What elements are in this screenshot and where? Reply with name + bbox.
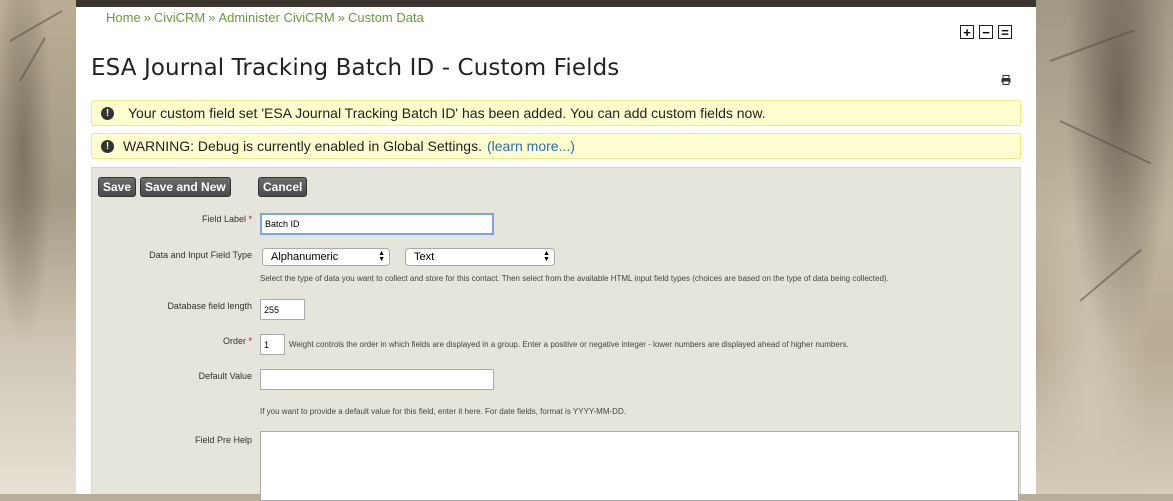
background-right [1036, 0, 1173, 494]
data-type-select[interactable]: Alphanumeric ▲ ▼ [262, 248, 390, 266]
warning-message-text: WARNING: Debug is currently enabled in G… [123, 138, 482, 154]
breadcrumb-civicrm[interactable]: CiviCRM [154, 10, 205, 25]
select-arrows-icon: ▲ ▼ [378, 250, 385, 263]
breadcrumb-separator: » [337, 10, 345, 25]
data-type-value: Alphanumeric [271, 251, 339, 263]
default-value-help: If you want to provide a default value f… [260, 407, 626, 416]
default-value-input[interactable] [260, 369, 494, 390]
breadcrumb: Home» CiviCRM» Administer CiviCRM» Custom D… [106, 10, 424, 25]
field-label-text: Field Label [201, 214, 246, 224]
data-type-help: Select the type of data you want to coll… [260, 274, 889, 283]
cancel-button[interactable]: Cancel [258, 177, 308, 197]
breadcrumb-administer[interactable]: Administer CiviCRM [218, 10, 334, 25]
breadcrumb-home[interactable]: Home [106, 10, 141, 25]
status-message-text: Your custom field set 'ESA Journal Track… [128, 105, 766, 121]
input-type-select[interactable]: Text ▲ ▼ [405, 248, 555, 266]
field-label-input[interactable] [260, 213, 494, 235]
font-increase-button[interactable]: + [960, 25, 974, 39]
data-type-label: Data and Input Field Type [149, 250, 252, 260]
order-help: Weight controls the order in which field… [289, 340, 849, 349]
breadcrumb-separator: » [143, 10, 151, 25]
print-icon[interactable] [1001, 75, 1011, 88]
font-decrease-button[interactable]: − [979, 25, 993, 39]
custom-field-form: Save Save and New Cancel Field Label * D… [91, 167, 1021, 501]
required-marker: * [248, 214, 252, 224]
page-title: ESA Journal Tracking Batch ID - Custom F… [91, 55, 620, 81]
select-arrows-icon: ▲ ▼ [543, 250, 550, 263]
required-marker: * [248, 336, 252, 346]
learn-more-link[interactable]: (learn more...) [487, 138, 575, 154]
warning-message: ! WARNING: Debug is currently enabled in… [91, 133, 1021, 159]
order-label: Order * [92, 336, 252, 346]
pre-help-label: Field Pre Help [194, 435, 252, 445]
info-icon: ! [101, 106, 114, 120]
save-and-new-button[interactable]: Save and New [140, 177, 231, 197]
top-bar [76, 0, 1036, 7]
breadcrumb-custom-data[interactable]: Custom Data [348, 10, 424, 25]
pre-help-textarea[interactable] [260, 431, 1019, 501]
field-label-label: Field Label * [92, 214, 252, 224]
font-size-controls: + − = [960, 25, 1012, 39]
default-value-label: Default Value [198, 371, 252, 381]
font-reset-button[interactable]: = [998, 25, 1012, 39]
order-input[interactable] [260, 334, 285, 355]
db-length-input[interactable] [260, 299, 305, 320]
order-label-text: Order [222, 336, 246, 346]
status-message: ! Your custom field set 'ESA Journal Tra… [91, 100, 1021, 126]
breadcrumb-separator: » [208, 10, 216, 25]
page-container: Home» CiviCRM» Administer CiviCRM» Custom D… [76, 0, 1036, 501]
db-length-label: Database field length [167, 301, 252, 311]
background-left [0, 0, 76, 494]
save-button[interactable]: Save [98, 177, 137, 197]
input-type-value: Text [414, 251, 435, 263]
info-icon: ! [101, 139, 114, 153]
